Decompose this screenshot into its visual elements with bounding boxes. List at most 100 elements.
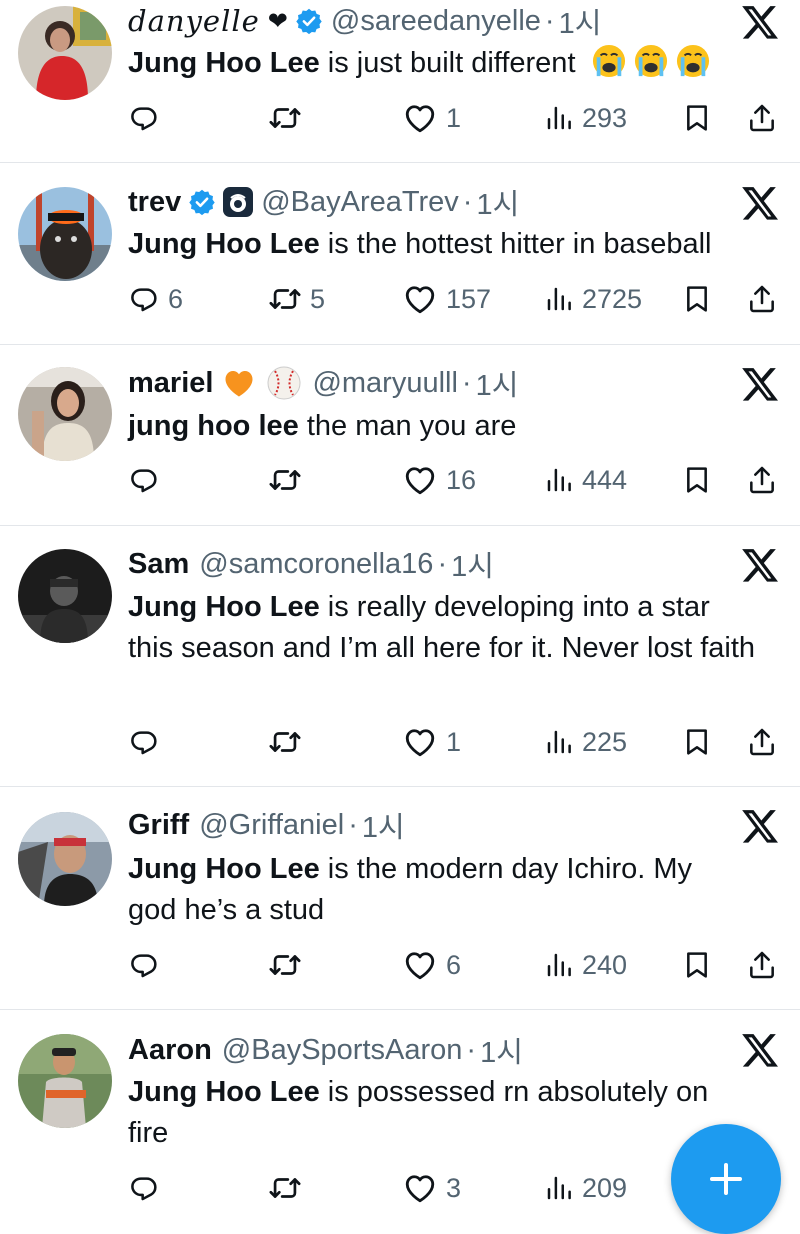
views-button[interactable]: 293 [544, 96, 627, 140]
reply-button[interactable] [128, 1166, 168, 1210]
timestamp[interactable]: 1시 [476, 181, 519, 223]
retweet-icon [268, 463, 302, 497]
avatar[interactable] [18, 812, 112, 906]
tweet[interactable]: Griff @Griffaniel · 1시 Jung Hoo Lee is t… [0, 787, 800, 1009]
x-logo-icon[interactable] [740, 545, 780, 585]
display-name[interactable]: Aaron [128, 1034, 212, 1067]
tweet[interactable]: Sam @samcoronella16 · 1시 Jung Hoo Lee is… [0, 526, 800, 786]
separator-dot: · [461, 366, 472, 399]
share-button[interactable] [746, 458, 778, 502]
bookmark-icon [681, 464, 713, 496]
x-logo-icon[interactable] [740, 2, 780, 42]
orange-heart-emoji [225, 371, 253, 397]
views-button[interactable]: 209 [544, 1166, 627, 1210]
views-button[interactable]: 2725 [544, 277, 642, 321]
like-button[interactable]: 1 [402, 720, 461, 764]
bookmark-button[interactable] [681, 277, 713, 321]
affiliate-badge-icon [223, 187, 254, 217]
display-name[interactable]: danyelle [128, 4, 260, 38]
compose-plus-icon [710, 1163, 742, 1195]
compose-button[interactable] [671, 1124, 781, 1234]
user-handle[interactable]: @sareedanyelle [331, 5, 541, 38]
like-button[interactable]: 3 [402, 1166, 461, 1210]
views-button[interactable]: 225 [544, 720, 627, 764]
baseball-emoji [267, 366, 301, 400]
tweet-actions: 1 225 [128, 720, 778, 764]
crying-face-emoji [676, 44, 709, 78]
reply-button[interactable] [128, 943, 168, 987]
like-count: 1 [446, 726, 462, 757]
tweet-text: Jung Hoo Lee is really developing into a… [128, 587, 770, 669]
tweet-actions: 1 293 [128, 96, 778, 140]
timestamp[interactable]: 1시 [480, 1029, 523, 1071]
views-count: 209 [582, 1172, 628, 1203]
timestamp[interactable]: 1시 [451, 543, 494, 585]
share-button[interactable] [746, 277, 778, 321]
share-button[interactable] [746, 943, 778, 987]
retweet-button[interactable] [268, 720, 310, 764]
avatar[interactable] [18, 549, 112, 643]
views-count: 2725 [582, 283, 643, 314]
like-icon [402, 462, 438, 498]
tweet[interactable]: mariel @maryuulll · 1시 jung hoo lee the … [0, 345, 800, 525]
like-icon [402, 100, 438, 136]
tweet[interactable]: trev @BayAreaTrev · 1시 Jung Hoo Lee is t… [0, 163, 800, 344]
reply-button[interactable]: 6 [128, 277, 183, 321]
retweet-button[interactable] [268, 96, 310, 140]
x-logo-icon[interactable] [740, 183, 780, 223]
views-button[interactable]: 444 [544, 458, 627, 502]
share-icon [746, 726, 778, 758]
retweet-button[interactable]: 5 [268, 277, 325, 321]
share-icon [746, 283, 778, 315]
timestamp[interactable]: 1시 [476, 362, 519, 404]
display-name[interactable]: trev [128, 186, 181, 219]
like-button[interactable]: 16 [402, 458, 476, 502]
retweet-icon [268, 1171, 302, 1205]
tweet-text-rest: is the modern day Ichiro. My [319, 853, 693, 885]
x-logo-icon[interactable] [740, 1030, 780, 1070]
tweet[interactable]: danyelle ❤ @sareedanyelle · 1시 Jung Hoo … [0, 0, 800, 162]
display-name[interactable]: mariel [128, 367, 213, 400]
x-logo-icon[interactable] [740, 364, 780, 404]
reply-button[interactable] [128, 458, 168, 502]
display-name[interactable]: Sam [128, 548, 189, 581]
retweet-button[interactable] [268, 458, 310, 502]
tweet-header: mariel @maryuulll · 1시 [128, 363, 518, 403]
retweet-button[interactable] [268, 1166, 310, 1210]
tweet-text: jung hoo lee the man you are [128, 406, 770, 447]
user-handle[interactable]: @BaySportsAaron [222, 1034, 463, 1067]
bookmark-icon [681, 726, 713, 758]
like-button[interactable]: 157 [402, 277, 491, 321]
retweet-button[interactable] [268, 943, 310, 987]
display-name[interactable]: Griff [128, 809, 189, 842]
user-handle[interactable]: @samcoronella16 [199, 548, 433, 581]
avatar[interactable] [18, 1034, 112, 1128]
avatar[interactable] [18, 367, 112, 461]
separator-dot: · [544, 4, 555, 37]
reply-button[interactable] [128, 720, 168, 764]
views-button[interactable]: 240 [544, 943, 627, 987]
highlighted-name: Jung Hoo Lee [128, 1076, 320, 1108]
reply-button[interactable] [128, 96, 168, 140]
separator-dot: · [437, 547, 448, 580]
like-button[interactable]: 1 [402, 96, 461, 140]
share-button[interactable] [746, 720, 778, 764]
bookmark-button[interactable] [681, 720, 713, 764]
bookmark-button[interactable] [681, 943, 713, 987]
views-count: 444 [582, 464, 628, 495]
bookmark-button[interactable] [681, 458, 713, 502]
like-count: 1 [446, 102, 462, 133]
avatar[interactable] [18, 6, 112, 100]
timestamp[interactable]: 1시 [362, 804, 405, 846]
x-logo-icon[interactable] [740, 806, 780, 846]
user-handle[interactable]: @maryuulll [312, 367, 457, 400]
bookmark-button[interactable] [681, 96, 713, 140]
user-handle[interactable]: @BayAreaTrev [261, 186, 459, 219]
views-count: 293 [582, 102, 628, 133]
tweet-text: Jung Hoo Lee is possessed rn absolutely … [128, 1072, 770, 1154]
share-button[interactable] [746, 96, 778, 140]
timestamp[interactable]: 1시 [559, 0, 602, 42]
avatar[interactable] [18, 187, 112, 281]
like-button[interactable]: 6 [402, 943, 461, 987]
user-handle[interactable]: @Griffaniel [199, 809, 344, 842]
